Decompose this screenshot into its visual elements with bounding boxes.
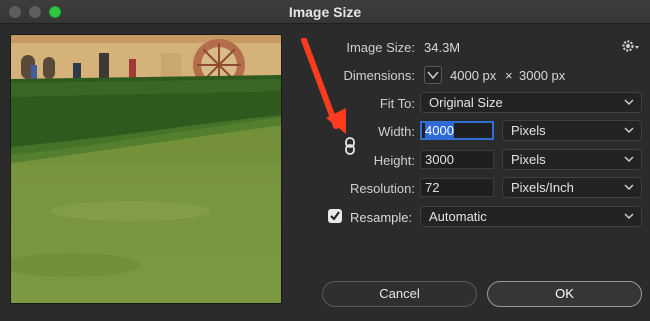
fit-to-value: Original Size xyxy=(429,95,503,110)
resample-dropdown[interactable]: Automatic xyxy=(420,206,642,227)
chevron-down-icon xyxy=(427,71,439,80)
gear-icon xyxy=(622,40,639,52)
resolution-unit-value: Pixels/Inch xyxy=(511,180,574,195)
width-unit-dropdown[interactable]: Pixels xyxy=(502,120,642,141)
chevron-down-icon xyxy=(624,156,634,163)
width-value: 4000 xyxy=(425,123,454,138)
height-input[interactable]: 3000 xyxy=(420,150,494,169)
resolution-unit-dropdown[interactable]: Pixels/Inch xyxy=(502,177,642,198)
height-unit-value: Pixels xyxy=(511,152,546,167)
image-preview[interactable] xyxy=(10,34,282,304)
checkmark-icon xyxy=(330,211,340,221)
resample-value: Automatic xyxy=(429,209,487,224)
gear-menu-button[interactable] xyxy=(620,38,642,54)
chevron-down-icon xyxy=(624,127,634,134)
title-bar: Image Size xyxy=(0,0,650,24)
image-size-value: 34.3M xyxy=(424,40,461,55)
resolution-input[interactable]: 72 xyxy=(420,178,494,197)
width-unit-value: Pixels xyxy=(511,123,546,138)
height-value: 3000 xyxy=(425,152,454,167)
ok-button[interactable]: OK xyxy=(487,281,642,307)
dimensions-separator: × xyxy=(505,68,513,83)
preview-photo xyxy=(11,35,281,303)
window-title: Image Size xyxy=(288,4,362,20)
resolution-value: 72 xyxy=(425,180,440,195)
resample-label: Resample: xyxy=(350,210,413,225)
height-label: Height: xyxy=(373,153,415,168)
chevron-down-icon xyxy=(624,99,634,106)
dimensions-width: 4000 px xyxy=(450,68,497,83)
chevron-down-icon xyxy=(624,213,634,220)
resolution-label: Resolution: xyxy=(349,181,415,196)
height-unit-dropdown[interactable]: Pixels xyxy=(502,149,642,170)
resample-checkbox[interactable] xyxy=(328,209,342,223)
dimensions-menu-button[interactable] xyxy=(424,66,442,84)
chevron-down-icon xyxy=(624,184,634,191)
width-input[interactable]: 4000 xyxy=(420,121,494,140)
cancel-button[interactable]: Cancel xyxy=(322,281,477,307)
fit-to-dropdown[interactable]: Original Size xyxy=(420,92,642,113)
dimensions-height: 3000 px xyxy=(519,68,566,83)
